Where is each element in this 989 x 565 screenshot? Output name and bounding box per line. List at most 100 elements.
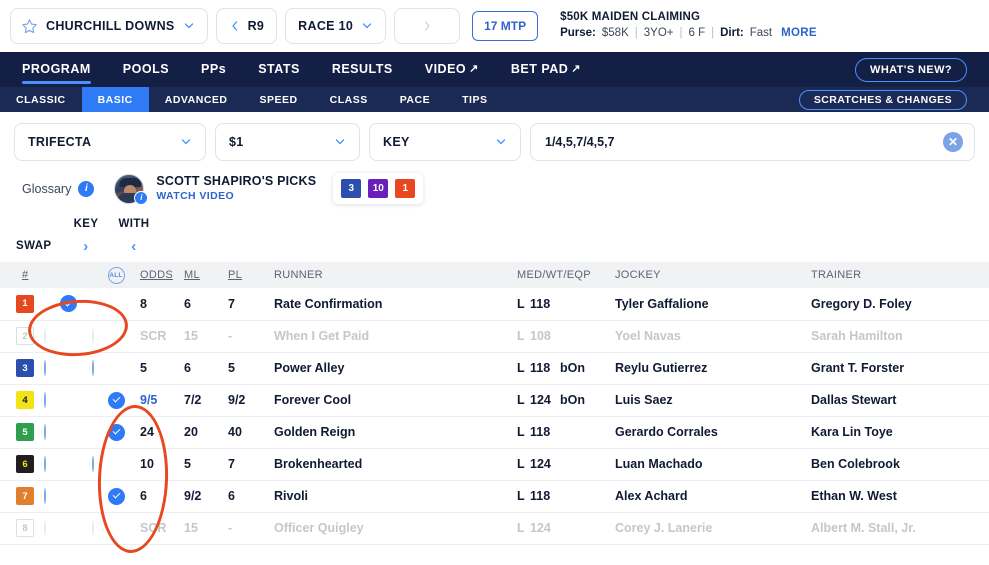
cell-jockey[interactable]: Yoel Navas [615,320,811,353]
tab-advanced[interactable]: ADVANCED [149,87,244,112]
tab-pace[interactable]: PACE [384,87,446,112]
cell-jockey[interactable]: Alex Achard [615,480,811,513]
cell-program-number[interactable]: 4 [0,384,44,417]
program-number-badge[interactable]: 5 [16,423,34,441]
cell-program-number[interactable]: 6 [0,448,44,481]
key-radio[interactable] [59,295,77,313]
key-radio[interactable] [44,360,46,376]
program-number-badge[interactable]: 3 [16,359,34,377]
tab-class[interactable]: CLASS [314,87,384,112]
previous-race-button[interactable]: R9 [215,8,278,44]
cell-trainer[interactable]: Grant T. Forster [811,352,989,385]
key-radio[interactable] [44,424,46,440]
cell-trainer[interactable]: Sarah Hamilton [811,320,989,353]
cell-jockey[interactable]: Gerardo Corrales [615,416,811,449]
cell-key-selector[interactable] [44,352,92,385]
key-radio[interactable] [44,392,46,408]
cell-key-selector[interactable] [44,320,92,353]
program-number-badge[interactable]: 2 [16,327,34,345]
cell-trainer[interactable]: Albert M. Stall, Jr. [811,512,989,545]
cell-key-selector[interactable] [44,448,92,481]
table-row[interactable]: 4 9/5 7/2 9/2 Forever Cool L 124 bOn Luis Saez Da… [0,384,989,417]
whats-new-button[interactable]: WHAT'S NEW? [855,57,967,82]
bet-mode-select[interactable]: KEY [369,123,521,161]
table-row[interactable]: 7 6 9/2 6 Rivoli L 118 Alex Achard Ethan W. West [0,480,989,513]
swap-key-right-arrow-icon[interactable]: › [62,238,110,255]
table-row[interactable]: 6 10 5 7 Brokenhearted L 124 Luan Machado Ben Co… [0,448,989,481]
with-radio[interactable] [107,423,125,441]
cell-runner-name[interactable]: Power Alley [272,352,517,385]
cell-trainer[interactable]: Ethan W. West [811,480,989,513]
selection-input[interactable]: 1/4,5,7/4,5,7 ✕ [530,123,975,161]
next-race-button[interactable] [394,8,461,44]
with-radio[interactable] [92,360,94,376]
cell-trainer[interactable]: Gregory D. Foley [811,288,989,321]
cell-runner-name[interactable]: Golden Reign [272,416,517,449]
cell-trainer[interactable]: Dallas Stewart [811,384,989,417]
tab-speed[interactable]: SPEED [244,87,314,112]
track-selector[interactable]: CHURCHILL DOWNS [10,8,208,44]
tab-classic[interactable]: CLASSIC [0,87,82,112]
cell-jockey[interactable]: Tyler Gaffalione [615,288,811,321]
close-circle-icon[interactable]: ✕ [943,132,963,152]
nav-video[interactable]: VIDEO ↗ [425,62,479,78]
handicapper-avatar-wrap[interactable]: i [114,173,149,205]
program-number-badge[interactable]: 8 [16,519,34,537]
cell-program-number[interactable]: 3 [0,352,44,385]
cell-with-selector[interactable] [92,384,140,417]
scratches-and-changes-button[interactable]: SCRATCHES & CHANGES [798,90,967,110]
th-with-all[interactable]: ALL [92,262,140,288]
th-odds[interactable]: ODDS [140,262,184,288]
cell-with-selector[interactable] [92,480,140,513]
race-selector[interactable]: RACE 10 [285,8,387,44]
cell-key-selector[interactable] [44,480,92,513]
watch-video-link[interactable]: WATCH VIDEO [156,190,316,203]
glossary-label[interactable]: Glossary [22,182,71,196]
cell-program-number[interactable]: 7 [0,480,44,513]
nav-stats[interactable]: STATS [258,62,300,78]
cell-jockey[interactable]: Luis Saez [615,384,811,417]
more-link[interactable]: MORE [781,26,817,42]
cell-runner-name[interactable]: Forever Cool [272,384,517,417]
table-row[interactable]: 3 5 6 5 Power Alley L 118 bOn Reylu Gutierrez Gra… [0,352,989,385]
cell-jockey[interactable]: Luan Machado [615,448,811,481]
program-number-badge[interactable]: 1 [16,294,34,313]
program-number-badge[interactable]: 6 [16,455,34,473]
with-radio[interactable] [107,391,125,409]
cell-jockey[interactable]: Reylu Gutierrez [615,352,811,385]
program-number-badge[interactable]: 7 [16,487,34,505]
cell-trainer[interactable]: Kara Lin Toye [811,416,989,449]
th-pl[interactable]: PL [228,262,272,288]
table-row[interactable]: 5 24 20 40 Golden Reign L 118 Gerardo Corrales K… [0,416,989,449]
key-radio[interactable] [44,488,46,504]
nav-program[interactable]: PROGRAM [22,62,91,84]
nav-pps[interactable]: PPs [201,62,226,78]
cell-runner-name[interactable]: Rate Confirmation [272,288,517,321]
bet-amount-select[interactable]: $1 [215,123,360,161]
table-row[interactable]: 2 SCR 15- When I Get Paid L 108 Yoel Navas Sara… [0,320,989,353]
cell-runner-name[interactable]: When I Get Paid [272,320,517,353]
cell-runner-name[interactable]: Brokenhearted [272,448,517,481]
th-number[interactable]: # [0,262,44,288]
cell-with-selector[interactable] [92,320,140,353]
table-row[interactable]: 1 8 6 7 Rate Confirmation L 118 Tyler Gaffalion… [0,288,989,321]
th-ml[interactable]: ML [184,262,228,288]
pick-badge-1[interactable]: 3 [341,179,362,198]
nav-results[interactable]: RESULTS [332,62,393,78]
with-radio[interactable] [107,487,125,505]
cell-with-selector[interactable] [92,288,140,321]
with-radio[interactable] [92,456,94,472]
cell-program-number[interactable]: 8 [0,512,44,545]
nav-pools[interactable]: POOLS [123,62,169,78]
cell-key-selector[interactable] [44,288,92,321]
cell-key-selector[interactable] [44,416,92,449]
cell-with-selector[interactable] [92,448,140,481]
cell-program-number[interactable]: 5 [0,416,44,449]
cell-with-selector[interactable] [92,416,140,449]
tab-basic[interactable]: BASIC [81,87,149,112]
cell-trainer[interactable]: Ben Colebrook [811,448,989,481]
mtp-badge[interactable]: 17 MTP [472,11,539,41]
cell-program-number[interactable]: 1 [0,288,44,321]
all-selector-icon[interactable]: ALL [107,266,125,284]
pick-badge-2[interactable]: 10 [368,179,389,198]
